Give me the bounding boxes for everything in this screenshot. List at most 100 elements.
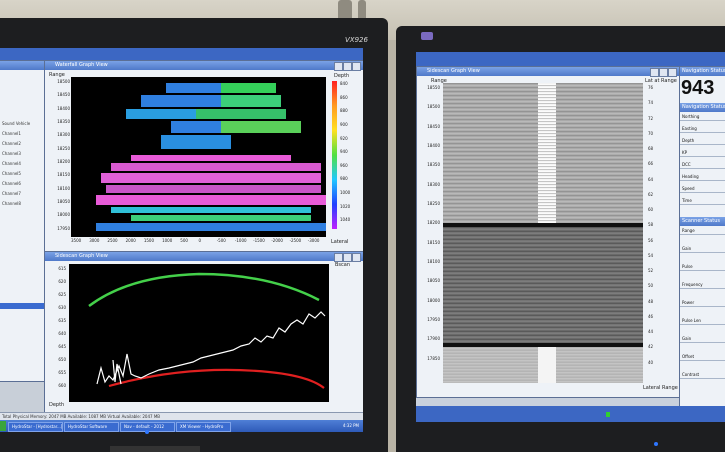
sidebar-item[interactable]: Channel7	[0, 191, 44, 197]
tray-clock: 4:32 PM	[342, 423, 359, 428]
green-status-indicator	[606, 412, 610, 417]
sonar-right-tick: 58	[648, 222, 654, 228]
sonar-left-tick: 17900	[427, 336, 440, 342]
scanner-row-item[interactable]: Contrast	[680, 371, 725, 379]
sonar-maximize-button[interactable]	[659, 68, 668, 77]
nav-row-item[interactable]: Easting	[680, 125, 725, 133]
nav-row-item[interactable]: Heading	[680, 173, 725, 181]
wf-band-green-5	[131, 215, 311, 221]
sonar-nadir-lower	[538, 347, 556, 383]
scanner-row-item[interactable]: Offset	[680, 353, 725, 361]
legend-tick: 860	[340, 94, 348, 100]
wf-band-cyan-1	[111, 207, 311, 213]
legend-tick: 920	[340, 135, 348, 141]
sonar-left-tick: 17850	[427, 355, 440, 361]
wf-band-blue-4	[171, 121, 226, 133]
scanner-row-item[interactable]: Gain	[680, 245, 725, 253]
scanner-row-item[interactable]: Gain	[680, 335, 725, 343]
waterfall-y-tick: 18450	[57, 92, 70, 98]
depth-color-legend	[332, 81, 337, 229]
nav-row-item[interactable]: Time	[680, 197, 725, 205]
nav-row-item[interactable]: DCC	[680, 161, 725, 169]
nav-row-item[interactable]: Northing	[680, 113, 725, 121]
nav-subtitle: Navigation Status	[680, 103, 725, 112]
right-desktop-bottom	[416, 406, 725, 422]
legend-tick: 1000	[340, 190, 351, 196]
sonar-left-tick: 18000	[427, 297, 440, 303]
waterfall-y-tick: 18300	[57, 132, 70, 138]
sidebar-item[interactable]: Channel1	[0, 131, 44, 137]
sidescan-maximize-button[interactable]	[343, 253, 352, 262]
sonar-right-tick: 52	[648, 268, 654, 274]
sonar-right-tick: 54	[648, 252, 654, 258]
nav-row-item[interactable]: Speed	[680, 185, 725, 193]
wf-band-blue-2	[141, 95, 226, 107]
sidebar-item[interactable]: Channel3	[0, 151, 44, 157]
sonar-minimize-button[interactable]	[650, 68, 659, 77]
wf-band-magenta-1	[131, 155, 291, 161]
wf-band-magenta-2	[111, 163, 321, 171]
legend-tick: 880	[340, 108, 348, 114]
scanner-row-item[interactable]: Frequency	[680, 281, 725, 289]
sidescan-close-button[interactable]	[352, 253, 361, 262]
legend-tick: 980	[340, 176, 348, 182]
sonar-close-button[interactable]	[668, 68, 677, 77]
red-trace	[108, 368, 325, 389]
sidebar-selected-row[interactable]	[0, 303, 44, 309]
scanner-row-item[interactable]: Pulse Len	[680, 317, 725, 325]
waterfall-x-tick: 500	[180, 238, 188, 243]
sidescan-plot	[69, 264, 329, 402]
sonar-left-tick: 18100	[427, 259, 440, 264]
sonar-right-foot: Lateral Range	[643, 385, 678, 391]
scanner-row-item[interactable]: Pulse	[680, 263, 725, 271]
sidebar-item[interactable]: Channel8	[0, 201, 44, 207]
sonar-left-tick: 18250	[427, 201, 440, 206]
sonar-left-tick: 18300	[427, 181, 440, 187]
left-monitor: VX926 Sound Vehicle Channel1 Channel2 Chann…	[0, 18, 388, 452]
sonar-left-tick: 18400	[427, 143, 440, 148]
close-button[interactable]	[352, 62, 361, 71]
sidebar-item[interactable]: Channel2	[0, 141, 44, 147]
wf-band-green-3	[196, 109, 286, 119]
white-trace	[96, 311, 326, 385]
waterfall-window: Waterfall Graph View Range 18500 18450 184…	[44, 60, 363, 252]
sonar-left-tick: 18200	[427, 220, 440, 226]
taskbar-item[interactable]: XM Viewer - HydroPro	[176, 422, 231, 432]
sonar-left-tick: 18150	[427, 239, 440, 245]
waterfall-x-ticks: 3500 3000 2500 2000 1500 1000 500 0 -500 -1000 -15…	[71, 238, 326, 246]
taskbar-item[interactable]: HydroStar - [Hydrostar...]	[8, 422, 63, 432]
desktop-top-strip	[0, 48, 363, 60]
waterfall-y-tick: 17950	[57, 225, 70, 231]
green-trace	[88, 272, 320, 308]
sidebar-item[interactable]: Channel6	[0, 181, 44, 187]
sidescan-minimize-button[interactable]	[334, 253, 343, 262]
sonar-left-ticks: 18550 18500 18450 18400 18350 18300 18250 18200…	[417, 85, 441, 375]
waterfall-x-tick: 3500	[71, 238, 82, 243]
sidebar-item[interactable]: Channel4	[0, 161, 44, 167]
wf-band-blue-5	[161, 135, 231, 149]
sidescan-svg	[88, 272, 326, 389]
nav-row-item[interactable]: Depth	[680, 137, 725, 145]
sidebar-item[interactable]: Sound Vehicle	[0, 121, 44, 127]
sonar-right-tick: 62	[648, 191, 654, 197]
legend-ticks: 840 860 880 900 920 940 960 980 1000 1020 1040	[339, 81, 359, 231]
sidebar-item[interactable]: Channel5	[0, 171, 44, 177]
nav-row-item[interactable]: KP	[680, 149, 725, 157]
taskbar-item[interactable]: HydroStar Software	[64, 422, 119, 432]
sidescan-y-tick: 660	[58, 383, 66, 388]
sidebar-panel: Sound Vehicle Channel1 Channel2 Channel3 Cha…	[0, 60, 45, 382]
navigation-panel: Navigation Status 943 Navigation Status …	[679, 66, 725, 408]
sonar-left-tick: 17950	[427, 317, 440, 322]
start-button[interactable]	[0, 421, 6, 431]
minimize-button[interactable]	[334, 62, 343, 71]
waterfall-plot	[71, 77, 326, 237]
status-text: Total Physical Memory: 2047 MB Available…	[2, 414, 161, 419]
scanner-row-item[interactable]: Power	[680, 299, 725, 307]
scanner-row-item[interactable]: Range	[680, 227, 725, 235]
legend-tick: 1040	[340, 217, 351, 223]
sidescan-y-tick: 655	[58, 370, 66, 375]
waterfall-x-tick: -2500	[289, 238, 302, 243]
maximize-button[interactable]	[343, 62, 352, 71]
nav-rows: Northing Easting Depth KP DCC Heading Speed Tim…	[680, 113, 725, 213]
sonar-right-tick: 44	[648, 329, 654, 335]
